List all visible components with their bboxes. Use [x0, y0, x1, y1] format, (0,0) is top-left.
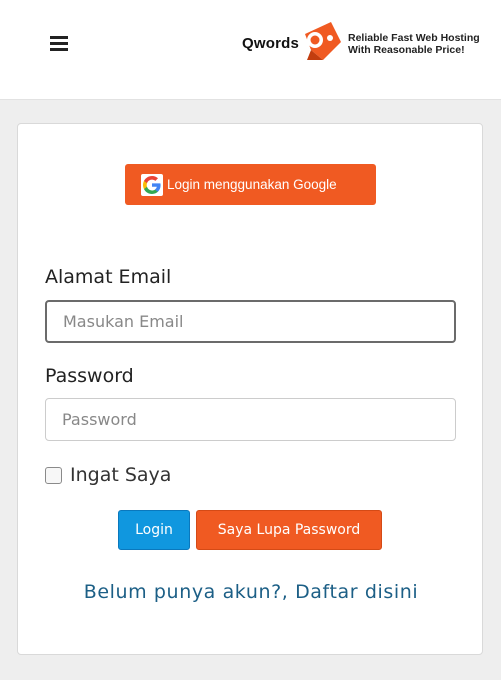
brand-name: Qwords — [242, 35, 300, 52]
password-input[interactable] — [45, 398, 456, 441]
google-g-icon — [141, 173, 163, 196]
login-button[interactable]: Login — [118, 510, 190, 550]
tagline-line-2: With Reasonable Price! — [348, 44, 465, 56]
top-navbar: Qwords Reliable Fast Web Hosting With Re… — [0, 0, 501, 100]
brand-tagline: Reliable Fast Web Hosting With Reasonabl… — [348, 32, 480, 56]
email-label: Alamat Email — [45, 266, 172, 288]
remember-me-checkbox[interactable] — [45, 466, 62, 484]
remember-me-option[interactable]: Ingat Saya — [45, 464, 171, 486]
forgot-password-button[interactable]: Saya Lupa Password — [196, 510, 382, 550]
register-link[interactable]: Belum punya akun?, Daftar disini — [18, 581, 484, 603]
email-input[interactable] — [45, 300, 456, 343]
login-card: Login menggunakan Google Alamat Email Pa… — [17, 123, 483, 655]
hamburger-menu-icon[interactable] — [50, 36, 68, 52]
remember-me-label: Ingat Saya — [70, 464, 172, 486]
password-label: Password — [45, 365, 134, 387]
brand-logo-link[interactable]: Qwords Reliable Fast Web Hosting With Re… — [242, 20, 492, 60]
tagline-line-1: Reliable Fast Web Hosting — [348, 32, 480, 44]
google-login-label: Login menggunakan Google — [167, 177, 337, 192]
qwords-logo-icon — [305, 22, 341, 60]
google-login-button[interactable]: Login menggunakan Google — [125, 164, 376, 205]
